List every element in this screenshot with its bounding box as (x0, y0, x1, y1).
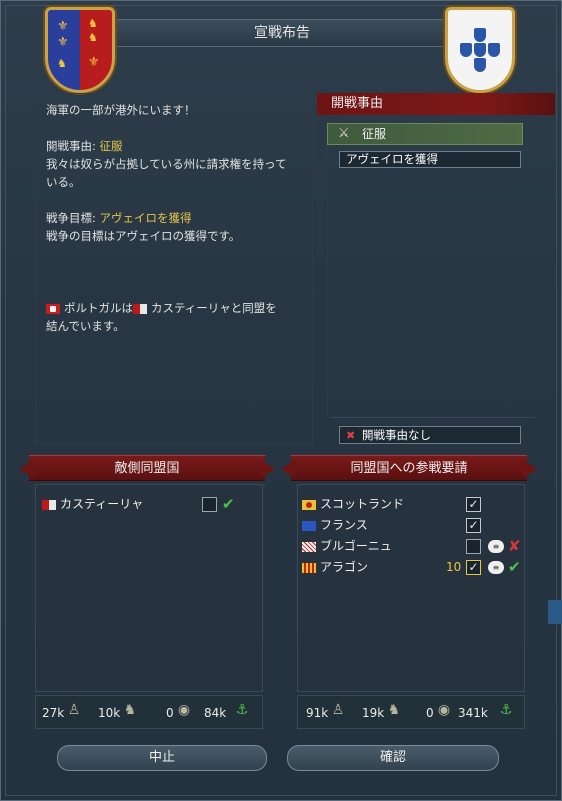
check-icon: ✔ (508, 558, 521, 576)
ships-icon: ⚓ (499, 702, 513, 718)
alliance-text-a: ポルトガルは (64, 301, 133, 315)
cb-description-1: 我々は奴らが占拠している州に請求権を持って (46, 157, 287, 171)
ally-strength-bar: 91k ♙ 19k ♞ 0 ◉ 341k ⚓ (297, 695, 525, 729)
infantry-icon: ♙ (67, 702, 81, 718)
call-allies-header: 同盟国への参戦要請 (291, 455, 527, 481)
war-goal-option[interactable]: アヴェイロを獲得 (339, 151, 521, 168)
window-title: 宣戦布告 (91, 19, 473, 47)
infantry-icon: ♙ (331, 702, 345, 718)
goal-line: 戦争目標: アヴェイロを獲得 (46, 210, 192, 226)
ally-checkbox-aragon[interactable]: ✓ (466, 560, 481, 575)
goal-label: 戦争目標: (46, 211, 100, 225)
list-item: アラゴン (302, 558, 368, 576)
cb-label: 開戦事由: (46, 139, 100, 153)
ally-name: アラゴン (320, 560, 369, 574)
artillery-count: 0 (426, 706, 434, 720)
enemy-strength-bar: 27k ♙ 10k ♞ 0 ◉ 84k ⚓ (35, 695, 263, 729)
enemy-allies-header: 敵側同盟国 (29, 455, 265, 481)
check-icon: ✔ (222, 495, 235, 513)
close-icon: ✖ (346, 429, 356, 442)
ally-name: スコットランド (320, 497, 405, 511)
burgundy-flag-icon (302, 541, 316, 552)
cavalry-count: 10k (98, 706, 121, 720)
ally-checkbox-scotland[interactable]: ✓ (466, 497, 481, 512)
target-coat-of-arms-icon (445, 7, 515, 93)
cavalry-icon: ♞ (387, 702, 401, 718)
no-cb-option[interactable]: ✖ 開戦事由なし (339, 426, 521, 444)
artillery-icon: ◉ (437, 702, 451, 718)
naval-warning: 海軍の一部が港外にいます！ (46, 103, 196, 117)
ally-name: ブルゴーニュ (320, 539, 392, 553)
speech-bubble-icon: ≡ (488, 540, 504, 553)
declare-war-window: 宣戦布告 ⚜ ⚜ ♞ ♞ ♞ ⚜ 海軍の一部が港外にいます！ 開戦事由: 征服 … (0, 0, 562, 801)
ships-count: 84k (204, 706, 227, 720)
ally-checkbox-france[interactable]: ✓ (466, 518, 481, 533)
artillery-count: 0 (166, 706, 174, 720)
portugal-flag-icon (46, 303, 60, 314)
list-item: カスティーリャ (42, 495, 143, 513)
cb-divider (331, 417, 535, 418)
enemy-ally-name: カスティーリャ (60, 497, 144, 511)
castile-flag-icon (42, 499, 56, 510)
ally-name: フランス (320, 518, 368, 532)
artillery-icon: ◉ (177, 702, 191, 718)
alliance-line-1: ポルトガルは カスティーリャと同盟を (46, 300, 277, 316)
enemy-ally-checkbox[interactable] (202, 497, 217, 512)
cb-value: 征服 (99, 139, 123, 153)
list-item: フランス (302, 516, 368, 534)
ships-icon: ⚓ (235, 702, 249, 718)
war-info-panel: 海軍の一部が港外にいます！ 開戦事由: 征服 我々は奴らが占拠している州に請求権… (35, 93, 313, 445)
france-flag-icon (302, 520, 316, 531)
cb-option-label: 征服 (362, 127, 387, 141)
infantry-count: 91k (306, 706, 329, 720)
call-allies-list: スコットランド ✓ フランス ✓ ブルゴーニュ ≡ ✘ アラゴン 10 ✓ ≡ … (297, 484, 525, 692)
cancel-button[interactable]: 中止 (57, 745, 267, 771)
ships-count: 341k (458, 706, 488, 720)
confirm-button[interactable]: 確認 (287, 745, 499, 771)
no-cb-label: 開戦事由なし (362, 428, 431, 442)
attacker-coat-of-arms-icon: ⚜ ⚜ ♞ ♞ ♞ ⚜ (45, 7, 115, 93)
aragon-flag-icon (302, 562, 316, 573)
cross-icon: ✘ (508, 537, 521, 555)
crossed-swords-icon: ⚔ (338, 126, 350, 141)
list-item: ブルゴーニュ (302, 537, 392, 555)
cb-description-2: いる。 (46, 175, 81, 189)
cb-option-conquest[interactable]: ⚔ 征服 (327, 123, 523, 145)
cavalry-count: 19k (362, 706, 385, 720)
scotland-flag-icon (302, 499, 316, 510)
goal-description: 戦争の目標はアヴェイロの獲得です。 (46, 229, 241, 243)
background-map-edge (548, 600, 562, 624)
castile-flag-icon (133, 303, 147, 314)
infantry-count: 27k (42, 706, 65, 720)
enemy-allies-list: カスティーリャ ✔ (35, 484, 263, 692)
ally-checkbox-burgundy[interactable] (466, 539, 481, 554)
casus-belli-header: 開戦事由 (317, 93, 555, 115)
goal-value: アヴェイロを獲得 (99, 211, 192, 225)
alliance-text-b: カスティーリャと同盟を (151, 301, 277, 315)
alliance-line-2: 結んでいます。 (46, 319, 125, 333)
list-item: スコットランド (302, 495, 404, 513)
acceptance-score: 10 (446, 560, 462, 574)
cb-line: 開戦事由: 征服 (46, 138, 123, 154)
cavalry-icon: ♞ (123, 702, 137, 718)
speech-bubble-icon: ≡ (488, 561, 504, 574)
